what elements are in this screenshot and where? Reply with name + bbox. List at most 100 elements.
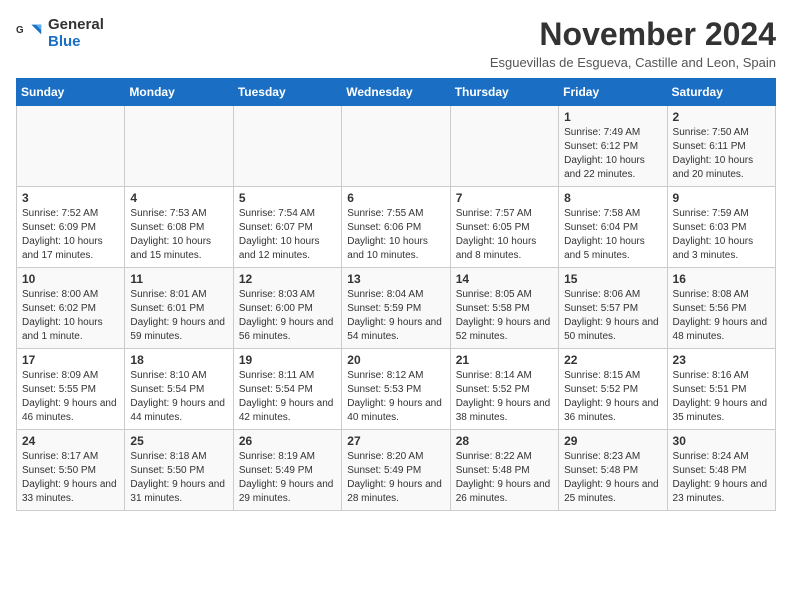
calendar-week-4: 17Sunrise: 8:09 AM Sunset: 5:55 PM Dayli… bbox=[17, 349, 776, 430]
page-header: G General Blue November 2024 Esguevillas… bbox=[16, 16, 776, 70]
day-info: Sunrise: 7:54 AM Sunset: 6:07 PM Dayligh… bbox=[239, 207, 336, 263]
day-info: Sunrise: 8:03 AM Sunset: 6:00 PM Dayligh… bbox=[239, 288, 336, 344]
day-number: 6 bbox=[347, 191, 444, 205]
day-number: 12 bbox=[239, 272, 336, 286]
calendar-cell: 19Sunrise: 8:11 AM Sunset: 5:54 PM Dayli… bbox=[233, 349, 341, 430]
day-number: 27 bbox=[347, 434, 444, 448]
calendar-header-row: SundayMondayTuesdayWednesdayThursdayFrid… bbox=[17, 79, 776, 106]
day-info: Sunrise: 8:01 AM Sunset: 6:01 PM Dayligh… bbox=[130, 288, 227, 344]
day-number: 25 bbox=[130, 434, 227, 448]
calendar-cell: 15 Sunrise: 8:06 AM Sunset: 5:57 PM Dayli… bbox=[559, 268, 667, 349]
day-info: Sunrise: 8:14 AM Sunset: 5:52 PM Dayligh… bbox=[456, 369, 553, 425]
calendar-cell: 25 Sunrise: 8:18 AM Sunset: 5:50 PM Dayli… bbox=[125, 430, 233, 511]
calendar-cell: 28 Sunrise: 8:22 AM Sunset: 5:48 PM Dayli… bbox=[450, 430, 558, 511]
day-info: Sunrise: 8:00 AM Sunset: 6:02 PM Dayligh… bbox=[22, 288, 119, 344]
day-info: Sunrise: 7:55 AM Sunset: 6:06 PM Dayligh… bbox=[347, 207, 444, 263]
day-info: Sunrise: 8:24 AM Sunset: 5:48 PM Dayligh… bbox=[673, 450, 770, 506]
calendar-cell: 10 Sunrise: 8:00 AM Sunset: 6:02 PM Dayli… bbox=[17, 268, 125, 349]
calendar-body: 1Sunrise: 7:49 AM Sunset: 6:12 PM Daylig… bbox=[17, 106, 776, 511]
calendar-cell: 9 Sunrise: 7:59 AM Sunset: 6:03 PM Daylig… bbox=[667, 187, 775, 268]
calendar-week-3: 10 Sunrise: 8:00 AM Sunset: 6:02 PM Dayli… bbox=[17, 268, 776, 349]
day-number: 18 bbox=[130, 353, 227, 367]
day-info: Sunrise: 7:57 AM Sunset: 6:05 PM Dayligh… bbox=[456, 207, 553, 263]
day-number: 29 bbox=[564, 434, 661, 448]
day-number: 11 bbox=[130, 272, 227, 286]
day-number: 15 bbox=[564, 272, 661, 286]
day-info: Sunrise: 8:18 AM Sunset: 5:50 PM Dayligh… bbox=[130, 450, 227, 506]
day-header-monday: Monday bbox=[125, 79, 233, 106]
svg-text:G: G bbox=[16, 25, 24, 36]
day-header-friday: Friday bbox=[559, 79, 667, 106]
calendar-cell: 27 Sunrise: 8:20 AM Sunset: 5:49 PM Dayli… bbox=[342, 430, 450, 511]
calendar-cell: 12 Sunrise: 8:03 AM Sunset: 6:00 PM Dayli… bbox=[233, 268, 341, 349]
day-info: Sunrise: 7:49 AM Sunset: 6:12 PM Dayligh… bbox=[564, 126, 661, 182]
calendar-cell: 4 Sunrise: 7:53 AM Sunset: 6:08 PM Daylig… bbox=[125, 187, 233, 268]
day-number: 23 bbox=[673, 353, 770, 367]
calendar-cell: 26 Sunrise: 8:19 AM Sunset: 5:49 PM Dayli… bbox=[233, 430, 341, 511]
month-title: November 2024 bbox=[490, 16, 776, 53]
day-header-sunday: Sunday bbox=[17, 79, 125, 106]
calendar-cell: 2Sunrise: 7:50 AM Sunset: 6:11 PM Daylig… bbox=[667, 106, 775, 187]
day-info: Sunrise: 8:10 AM Sunset: 5:54 PM Dayligh… bbox=[130, 369, 227, 425]
day-number: 10 bbox=[22, 272, 119, 286]
calendar-cell bbox=[125, 106, 233, 187]
calendar-cell bbox=[233, 106, 341, 187]
day-number: 16 bbox=[673, 272, 770, 286]
calendar-cell: 22Sunrise: 8:15 AM Sunset: 5:52 PM Dayli… bbox=[559, 349, 667, 430]
day-number: 4 bbox=[130, 191, 227, 205]
day-number: 26 bbox=[239, 434, 336, 448]
day-info: Sunrise: 7:52 AM Sunset: 6:09 PM Dayligh… bbox=[22, 207, 119, 263]
calendar-week-5: 24Sunrise: 8:17 AM Sunset: 5:50 PM Dayli… bbox=[17, 430, 776, 511]
day-info: Sunrise: 7:59 AM Sunset: 6:03 PM Dayligh… bbox=[673, 207, 770, 263]
calendar-cell bbox=[450, 106, 558, 187]
day-header-thursday: Thursday bbox=[450, 79, 558, 106]
day-number: 13 bbox=[347, 272, 444, 286]
day-info: Sunrise: 8:05 AM Sunset: 5:58 PM Dayligh… bbox=[456, 288, 553, 344]
subtitle: Esguevillas de Esgueva, Castille and Leo… bbox=[490, 55, 776, 70]
day-number: 7 bbox=[456, 191, 553, 205]
calendar-cell: 5 Sunrise: 7:54 AM Sunset: 6:07 PM Daylig… bbox=[233, 187, 341, 268]
day-number: 30 bbox=[673, 434, 770, 448]
calendar-cell: 6 Sunrise: 7:55 AM Sunset: 6:06 PM Daylig… bbox=[342, 187, 450, 268]
day-number: 8 bbox=[564, 191, 661, 205]
day-number: 3 bbox=[22, 191, 119, 205]
calendar-cell: 1Sunrise: 7:49 AM Sunset: 6:12 PM Daylig… bbox=[559, 106, 667, 187]
calendar-cell: 18 Sunrise: 8:10 AM Sunset: 5:54 PM Dayli… bbox=[125, 349, 233, 430]
day-info: Sunrise: 8:22 AM Sunset: 5:48 PM Dayligh… bbox=[456, 450, 553, 506]
calendar-cell: 14 Sunrise: 8:05 AM Sunset: 5:58 PM Dayli… bbox=[450, 268, 558, 349]
calendar-cell bbox=[342, 106, 450, 187]
day-number: 28 bbox=[456, 434, 553, 448]
calendar-cell: 16Sunrise: 8:08 AM Sunset: 5:56 PM Dayli… bbox=[667, 268, 775, 349]
calendar-cell: 3 Sunrise: 7:52 AM Sunset: 6:09 PM Daylig… bbox=[17, 187, 125, 268]
day-info: Sunrise: 8:12 AM Sunset: 5:53 PM Dayligh… bbox=[347, 369, 444, 425]
day-info: Sunrise: 8:20 AM Sunset: 5:49 PM Dayligh… bbox=[347, 450, 444, 506]
calendar-cell: 20Sunrise: 8:12 AM Sunset: 5:53 PM Dayli… bbox=[342, 349, 450, 430]
day-number: 9 bbox=[673, 191, 770, 205]
logo: G General Blue bbox=[16, 16, 104, 50]
calendar-cell: 30 Sunrise: 8:24 AM Sunset: 5:48 PM Dayli… bbox=[667, 430, 775, 511]
calendar-cell: 11 Sunrise: 8:01 AM Sunset: 6:01 PM Dayli… bbox=[125, 268, 233, 349]
day-info: Sunrise: 8:09 AM Sunset: 5:55 PM Dayligh… bbox=[22, 369, 119, 425]
day-info: Sunrise: 8:04 AM Sunset: 5:59 PM Dayligh… bbox=[347, 288, 444, 344]
title-block: November 2024 Esguevillas de Esgueva, Ca… bbox=[490, 16, 776, 70]
day-info: Sunrise: 8:06 AM Sunset: 5:57 PM Dayligh… bbox=[564, 288, 661, 344]
calendar-cell: 17Sunrise: 8:09 AM Sunset: 5:55 PM Dayli… bbox=[17, 349, 125, 430]
day-number: 5 bbox=[239, 191, 336, 205]
calendar-cell: 21Sunrise: 8:14 AM Sunset: 5:52 PM Dayli… bbox=[450, 349, 558, 430]
day-info: Sunrise: 7:58 AM Sunset: 6:04 PM Dayligh… bbox=[564, 207, 661, 263]
calendar-cell: 13 Sunrise: 8:04 AM Sunset: 5:59 PM Dayli… bbox=[342, 268, 450, 349]
calendar-cell bbox=[17, 106, 125, 187]
day-info: Sunrise: 7:50 AM Sunset: 6:11 PM Dayligh… bbox=[673, 126, 770, 182]
day-header-saturday: Saturday bbox=[667, 79, 775, 106]
day-header-tuesday: Tuesday bbox=[233, 79, 341, 106]
day-info: Sunrise: 7:53 AM Sunset: 6:08 PM Dayligh… bbox=[130, 207, 227, 263]
day-info: Sunrise: 8:23 AM Sunset: 5:48 PM Dayligh… bbox=[564, 450, 661, 506]
day-number: 14 bbox=[456, 272, 553, 286]
calendar-cell: 29 Sunrise: 8:23 AM Sunset: 5:48 PM Dayli… bbox=[559, 430, 667, 511]
calendar-cell: 8 Sunrise: 7:58 AM Sunset: 6:04 PM Daylig… bbox=[559, 187, 667, 268]
calendar: SundayMondayTuesdayWednesdayThursdayFrid… bbox=[16, 78, 776, 511]
day-info: Sunrise: 8:15 AM Sunset: 5:52 PM Dayligh… bbox=[564, 369, 661, 425]
day-info: Sunrise: 8:19 AM Sunset: 5:49 PM Dayligh… bbox=[239, 450, 336, 506]
day-number: 24 bbox=[22, 434, 119, 448]
day-info: Sunrise: 8:11 AM Sunset: 5:54 PM Dayligh… bbox=[239, 369, 336, 425]
